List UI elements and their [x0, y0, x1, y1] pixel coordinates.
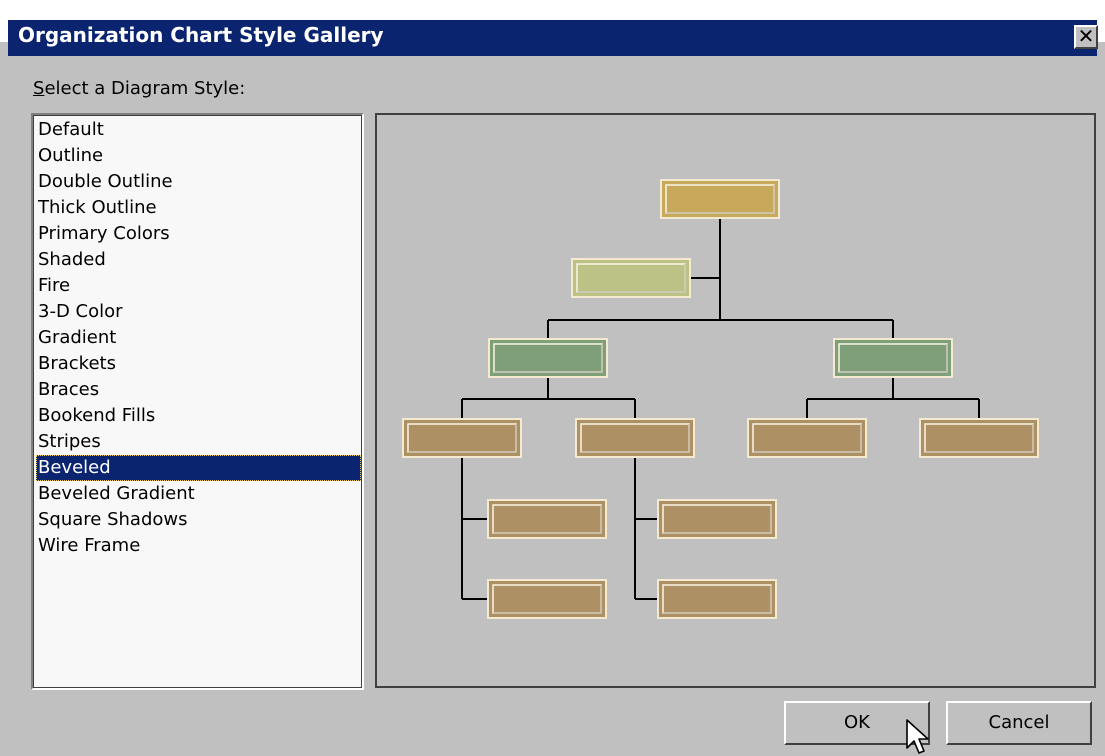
style-list-item[interactable]: Thick Outline — [36, 195, 361, 221]
org-box-staff — [575, 418, 695, 458]
style-list-item[interactable]: Default — [36, 117, 361, 143]
window-title: Organization Chart Style Gallery — [18, 23, 384, 47]
style-list-item[interactable]: Square Shadows — [36, 507, 361, 533]
close-button[interactable]: ✕ — [1074, 25, 1098, 49]
style-list-item[interactable]: Fire — [36, 273, 361, 299]
style-list-item[interactable]: 3-D Color — [36, 299, 361, 325]
style-list-item[interactable]: Double Outline — [36, 169, 361, 195]
select-style-label-text: elect a Diagram Style: — [44, 78, 246, 99]
org-box-manager — [833, 338, 953, 378]
style-list-item[interactable]: Shaded — [36, 247, 361, 273]
org-box-subordinate — [487, 499, 607, 539]
style-list-item[interactable]: Braces — [36, 377, 361, 403]
style-list-item[interactable]: Gradient — [36, 325, 361, 351]
style-list-item[interactable]: Wire Frame — [36, 533, 361, 559]
style-list-item[interactable]: Brackets — [36, 351, 361, 377]
style-list-item[interactable]: Beveled — [36, 455, 361, 481]
org-box-top — [660, 179, 780, 219]
org-box-assistant — [571, 258, 691, 298]
style-preview-pane — [375, 113, 1096, 688]
org-box-staff — [402, 418, 522, 458]
org-box-subordinate — [487, 579, 607, 619]
access-key-char: S — [33, 78, 45, 99]
org-box-subordinate — [657, 579, 777, 619]
diagram-style-list[interactable]: Default Outline Double Outline Thick Outlin… — [31, 113, 364, 690]
cancel-button[interactable]: Cancel — [946, 701, 1092, 745]
style-list-item[interactable]: Primary Colors — [36, 221, 361, 247]
mouse-pointer-icon — [906, 719, 929, 754]
select-style-label: Select a Diagram Style: — [33, 78, 245, 99]
org-box-subordinate — [657, 499, 777, 539]
org-chart-preview — [402, 179, 1039, 619]
org-box-staff — [919, 418, 1039, 458]
style-list-item[interactable]: Beveled Gradient — [36, 481, 361, 507]
style-list-item[interactable]: Bookend Fills — [36, 403, 361, 429]
org-box-staff — [747, 418, 867, 458]
close-icon: ✕ — [1077, 24, 1095, 48]
org-box-manager — [488, 338, 608, 378]
org-chart-style-gallery-dialog: Organization Chart Style Gallery ✕ Selec… — [0, 0, 1105, 756]
style-list-item[interactable]: Stripes — [36, 429, 361, 455]
style-list-item[interactable]: Outline — [36, 143, 361, 169]
